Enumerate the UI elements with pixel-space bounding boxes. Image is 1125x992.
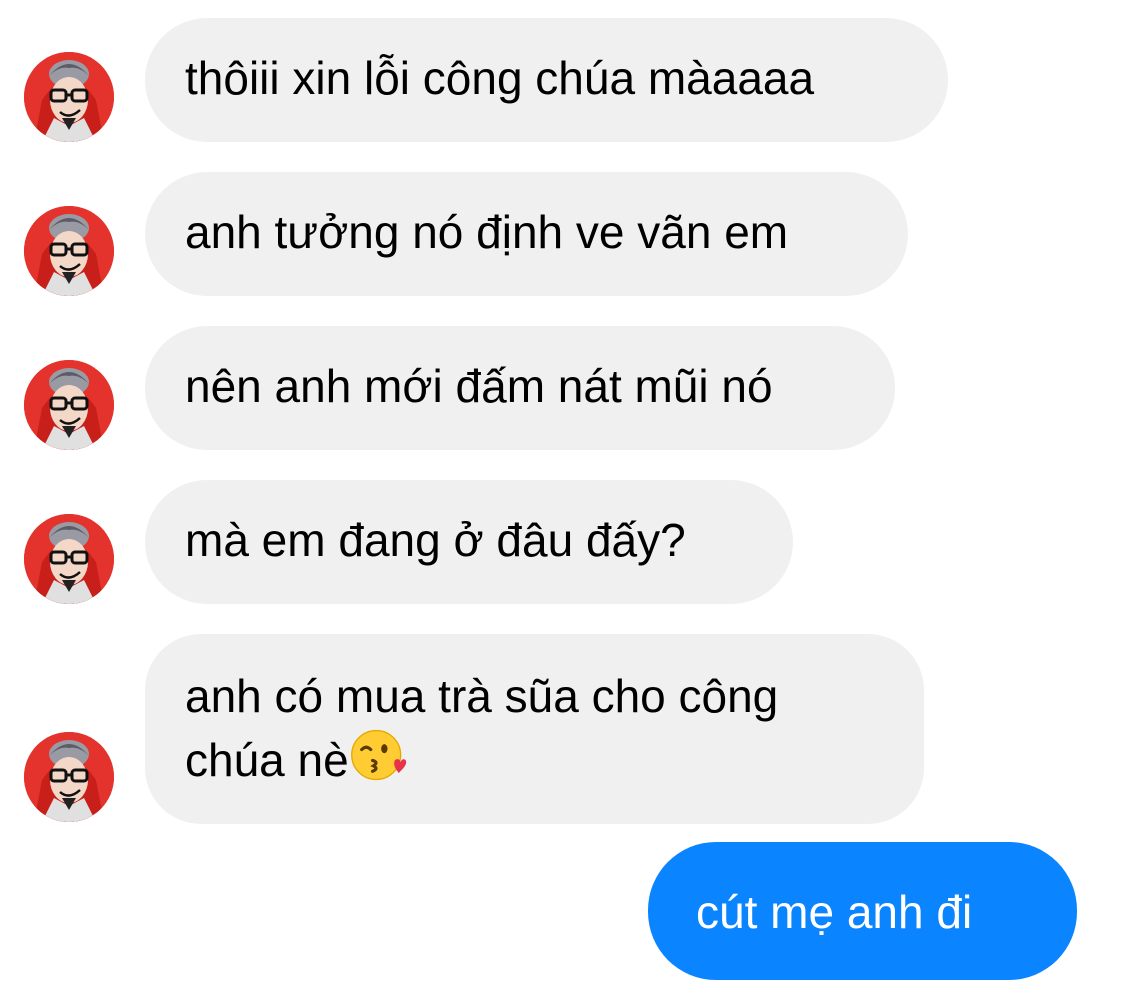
incoming-message-bubble[interactable]: anh tưởng nó định ve vãn em	[145, 172, 908, 296]
incoming-message-bubble[interactable]: nên anh mới đấm nát mũi nó	[145, 326, 895, 450]
incoming-message-bubble[interactable]: thôiii xin lỗi công chúa màaaaa	[145, 18, 948, 142]
message-text: anh tưởng nó định ve vãn em	[185, 206, 789, 258]
incoming-message-bubble[interactable]: mà em đang ở đâu đấy?	[145, 480, 793, 604]
kissing-face-with-heart-icon	[349, 726, 407, 784]
contact-avatar[interactable]	[24, 206, 114, 296]
message-text: thôiii xin lỗi công chúa màaaaa	[185, 52, 815, 104]
message-text: mà em đang ở đâu đấy?	[185, 514, 686, 566]
contact-avatar[interactable]	[24, 514, 114, 604]
message-text-line-1: anh có mua trà sũa cho công	[185, 670, 779, 722]
message-text: nên anh mới đấm nát mũi nó	[185, 360, 773, 412]
contact-avatar[interactable]	[24, 360, 114, 450]
message-text: chúa nè	[185, 734, 349, 786]
incoming-message-bubble[interactable]: anh có mua trà sũa cho công chúa nè	[145, 634, 924, 824]
message-text: cút mẹ anh đi	[696, 886, 973, 938]
message-text-line-2: chúa nè	[185, 726, 884, 790]
contact-avatar[interactable]	[24, 732, 114, 822]
outgoing-message-bubble[interactable]: cút mẹ anh đi	[648, 842, 1077, 980]
contact-avatar[interactable]	[24, 52, 114, 142]
